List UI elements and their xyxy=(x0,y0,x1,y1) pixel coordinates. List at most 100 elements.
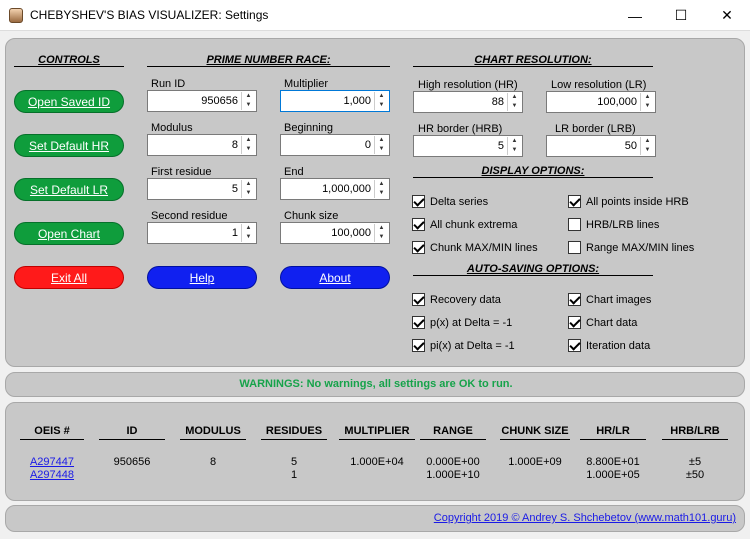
end-spinner[interactable]: 1,000,000 ▲ ▼ xyxy=(280,178,390,200)
px-at-delta-checkbox[interactable]: p(x) at Delta = -1 xyxy=(412,316,512,329)
beginning-spinner[interactable]: 0 ▲ ▼ xyxy=(280,134,390,156)
checkbox-checked-icon[interactable] xyxy=(568,316,581,329)
checkbox-checked-icon[interactable] xyxy=(412,293,425,306)
spin-up-icon[interactable]: ▲ xyxy=(641,137,654,146)
spin-down-icon[interactable]: ▼ xyxy=(242,145,255,154)
run-id-arrows[interactable]: ▲ ▼ xyxy=(241,92,255,110)
lrb-spinner[interactable]: 50 ▲ ▼ xyxy=(546,135,656,157)
spin-up-icon[interactable]: ▲ xyxy=(242,136,255,145)
close-button[interactable]: ✕ xyxy=(704,0,750,31)
hr-spinner[interactable]: 88 ▲ ▼ xyxy=(413,91,523,113)
spin-down-icon[interactable]: ▼ xyxy=(508,102,521,111)
chart-images-checkbox[interactable]: Chart images xyxy=(568,293,651,306)
hrb-spinner[interactable]: 5 ▲ ▼ xyxy=(413,135,523,157)
hr-arrows[interactable]: ▲ ▼ xyxy=(507,93,521,111)
spin-down-icon[interactable]: ▼ xyxy=(641,146,654,155)
maximize-button[interactable]: ☐ xyxy=(658,0,704,31)
spin-up-icon[interactable]: ▲ xyxy=(242,180,255,189)
spin-up-icon[interactable]: ▲ xyxy=(375,92,388,101)
open-chart-button[interactable]: Open Chart xyxy=(14,222,124,245)
spin-down-icon[interactable]: ▼ xyxy=(242,233,255,242)
checkbox-checked-icon[interactable] xyxy=(412,195,425,208)
second-residue-spinner[interactable]: 1 ▲ ▼ xyxy=(147,222,257,244)
controls-rule xyxy=(14,66,124,67)
spin-up-icon[interactable]: ▲ xyxy=(641,93,654,102)
about-button[interactable]: About xyxy=(280,266,390,289)
checkbox-checked-icon[interactable] xyxy=(412,316,425,329)
cell-lr: 1.000E+05 xyxy=(586,469,640,481)
checkbox-checked-icon[interactable] xyxy=(412,218,425,231)
first-residue-arrows[interactable]: ▲ ▼ xyxy=(241,180,255,198)
checkbox-unchecked-icon[interactable] xyxy=(568,218,581,231)
copyright-link[interactable]: Copyright 2019 © Andrey S. Shchebetov (w… xyxy=(434,512,736,524)
spin-up-icon[interactable]: ▲ xyxy=(242,224,255,233)
oeis-link-1[interactable]: A297447 xyxy=(20,456,84,468)
cell-multiplier: 1.000E+04 xyxy=(350,456,404,468)
footer-panel: Copyright 2019 © Andrey S. Shchebetov (w… xyxy=(5,505,745,532)
checkbox-checked-icon[interactable] xyxy=(412,339,425,352)
help-button[interactable]: Help xyxy=(147,266,257,289)
spin-down-icon[interactable]: ▼ xyxy=(508,146,521,155)
header-rule xyxy=(420,439,486,440)
hrb-arrows[interactable]: ▲ ▼ xyxy=(507,137,521,155)
end-arrows[interactable]: ▲ ▼ xyxy=(374,180,388,198)
spin-down-icon[interactable]: ▼ xyxy=(242,101,255,110)
chart-data-checkbox[interactable]: Chart data xyxy=(568,316,637,329)
lr-arrows[interactable]: ▲ ▼ xyxy=(640,93,654,111)
set-default-lr-button[interactable]: Set Default LR xyxy=(14,178,124,201)
second-residue-label: Second residue xyxy=(151,210,228,222)
spin-down-icon[interactable]: ▼ xyxy=(242,189,255,198)
set-default-hr-button[interactable]: Set Default HR xyxy=(14,134,124,157)
spin-down-icon[interactable]: ▼ xyxy=(375,189,388,198)
spin-down-icon[interactable]: ▼ xyxy=(375,101,388,110)
exit-all-button[interactable]: Exit All xyxy=(14,266,124,289)
multiplier-arrows[interactable]: ▲ ▼ xyxy=(374,92,388,110)
run-id-spinner[interactable]: 950656 ▲ ▼ xyxy=(147,90,257,112)
checkbox-checked-icon[interactable] xyxy=(412,241,425,254)
minimize-button[interactable]: — xyxy=(612,0,658,31)
all-chunk-extrema-checkbox[interactable]: All chunk extrema xyxy=(412,218,517,231)
spin-down-icon[interactable]: ▼ xyxy=(375,233,388,242)
chunk-size-arrows[interactable]: ▲ ▼ xyxy=(374,224,388,242)
header-rule xyxy=(99,439,165,440)
spin-down-icon[interactable]: ▼ xyxy=(641,102,654,111)
hr-label: High resolution (HR) xyxy=(418,79,518,91)
spin-down-icon[interactable]: ▼ xyxy=(375,145,388,154)
header-rule xyxy=(339,439,415,440)
checkbox-checked-icon[interactable] xyxy=(568,339,581,352)
open-saved-id-button[interactable]: Open Saved ID xyxy=(14,90,124,113)
modulus-spinner[interactable]: 8 ▲ ▼ xyxy=(147,134,257,156)
range-maxmin-lines-checkbox[interactable]: Range MAX/MIN lines xyxy=(568,241,694,254)
chunk-maxmin-lines-checkbox[interactable]: Chunk MAX/MIN lines xyxy=(412,241,538,254)
spin-up-icon[interactable]: ▲ xyxy=(375,224,388,233)
second-residue-arrows[interactable]: ▲ ▼ xyxy=(241,224,255,242)
lr-spinner[interactable]: 100,000 ▲ ▼ xyxy=(546,91,656,113)
recovery-data-checkbox[interactable]: Recovery data xyxy=(412,293,501,306)
spin-up-icon[interactable]: ▲ xyxy=(375,180,388,189)
delta-series-checkbox[interactable]: Delta series xyxy=(412,195,488,208)
oeis-link-2[interactable]: A297448 xyxy=(20,469,84,481)
spin-up-icon[interactable]: ▲ xyxy=(375,136,388,145)
pix-at-delta-checkbox[interactable]: pi(x) at Delta = -1 xyxy=(412,339,515,352)
run-id-value: 950656 xyxy=(201,95,238,107)
header-rule xyxy=(580,439,646,440)
checkbox-checked-icon[interactable] xyxy=(568,195,581,208)
first-residue-spinner[interactable]: 5 ▲ ▼ xyxy=(147,178,257,200)
modulus-arrows[interactable]: ▲ ▼ xyxy=(241,136,255,154)
warnings-text: WARNINGS: No warnings, all settings are … xyxy=(239,378,513,390)
multiplier-spinner[interactable]: 1,000 ▲ ▼ xyxy=(280,90,390,112)
spin-up-icon[interactable]: ▲ xyxy=(242,92,255,101)
all-points-inside-hrb-checkbox[interactable]: All points inside HRB xyxy=(568,195,689,208)
second-residue-value: 1 xyxy=(231,227,238,239)
chunk-size-spinner[interactable]: 100,000 ▲ ▼ xyxy=(280,222,390,244)
cell-modulus: 8 xyxy=(209,456,217,468)
iteration-data-checkbox[interactable]: Iteration data xyxy=(568,339,650,352)
multiplier-label: Multiplier xyxy=(284,78,329,90)
lrb-arrows[interactable]: ▲ ▼ xyxy=(640,137,654,155)
checkbox-unchecked-icon[interactable] xyxy=(568,241,581,254)
hrb-lrb-lines-checkbox[interactable]: HRB/LRB lines xyxy=(568,218,659,231)
beginning-arrows[interactable]: ▲ ▼ xyxy=(374,136,388,154)
spin-up-icon[interactable]: ▲ xyxy=(508,93,521,102)
checkbox-checked-icon[interactable] xyxy=(568,293,581,306)
spin-up-icon[interactable]: ▲ xyxy=(508,137,521,146)
